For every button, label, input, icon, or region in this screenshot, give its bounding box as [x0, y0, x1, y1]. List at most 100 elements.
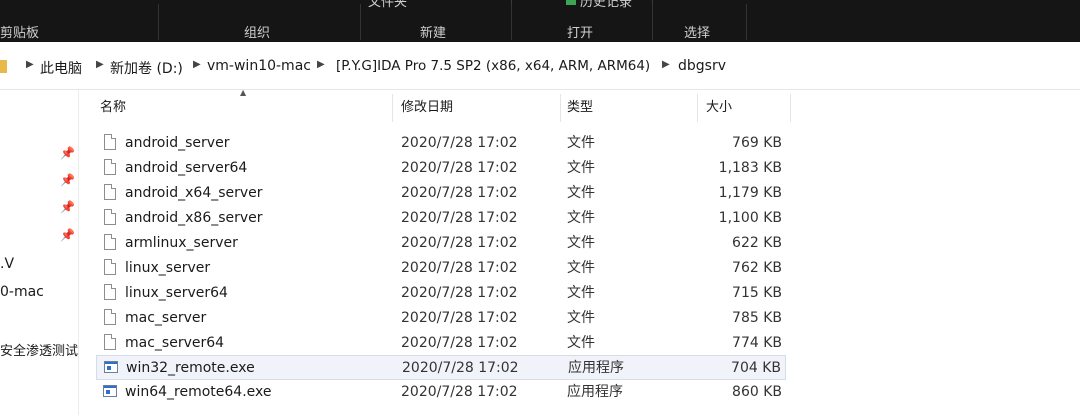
address-bar[interactable]: ▶ 此电脑 ▶ 新加卷 (D:) ▶ vm-win10-mac ▶ [P.Y.G…: [0, 45, 1080, 90]
ribbon-history-button[interactable]: 历史记录: [580, 0, 632, 10]
column-header-name[interactable]: 名称: [100, 94, 126, 122]
file-row-selected[interactable]: win32_remote.exe 2020/7/28 17:02 应用程序 70…: [96, 355, 786, 380]
file-icon: [104, 234, 116, 250]
breadcrumb-vm-folder[interactable]: vm-win10-mac: [207, 58, 311, 74]
column-header-size[interactable]: 大小: [706, 94, 732, 122]
ribbon-group-organize[interactable]: 组织: [244, 22, 270, 41]
folder-icon: [0, 60, 7, 73]
file-type: 文件: [567, 260, 595, 276]
file-row[interactable]: android_x64_server 2020/7/28 17:02 文件 1,…: [96, 181, 786, 206]
file-row[interactable]: mac_server 2020/7/28 17:02 文件 785 KB: [96, 306, 786, 331]
file-name: mac_server: [125, 310, 207, 326]
file-type: 文件: [567, 160, 595, 176]
file-icon: [104, 159, 116, 175]
file-name: linux_server64: [125, 285, 228, 301]
file-row[interactable]: android_x86_server 2020/7/28 17:02 文件 1,…: [96, 206, 786, 231]
ribbon-group-clipboard[interactable]: 剪贴板: [0, 22, 39, 41]
file-type: 应用程序: [568, 360, 624, 376]
column-divider[interactable]: [560, 94, 561, 122]
file-icon: [104, 334, 116, 350]
file-size: 1,183 KB: [718, 160, 782, 176]
breadcrumb-dbgsrv[interactable]: dbgsrv: [678, 58, 726, 74]
file-icon: [104, 284, 116, 300]
history-icon: [566, 0, 576, 5]
chevron-right-icon[interactable]: ▶: [193, 59, 201, 70]
file-name: mac_server64: [125, 335, 225, 351]
navigation-pane: 📌 📌 📌 📌 .V 0-mac 安全渗透测试: [0, 90, 79, 415]
ribbon: 文件夹 历史记录 剪贴板 组织 新建 打开 选择: [0, 0, 1080, 42]
file-icon: [104, 184, 116, 200]
pin-icon[interactable]: 📌: [60, 173, 75, 187]
file-row[interactable]: linux_server64 2020/7/28 17:02 文件 715 KB: [96, 281, 786, 306]
file-row[interactable]: android_server64 2020/7/28 17:02 文件 1,18…: [96, 156, 786, 181]
file-size: 1,100 KB: [718, 210, 782, 226]
file-size: 1,179 KB: [718, 185, 782, 201]
file-type: 文件: [567, 335, 595, 351]
file-date: 2020/7/28 17:02: [401, 285, 518, 301]
file-row[interactable]: android_server 2020/7/28 17:02 文件 769 KB: [96, 131, 786, 156]
file-size: 762 KB: [732, 260, 782, 276]
ribbon-group-open[interactable]: 打开: [567, 22, 593, 41]
file-type: 文件: [567, 285, 595, 301]
application-icon: [104, 361, 118, 373]
file-type: 应用程序: [567, 384, 623, 400]
file-date: 2020/7/28 17:02: [401, 185, 518, 201]
breadcrumb-ida-folder[interactable]: [P.Y.G]IDA Pro 7.5 SP2 (x86, x64, ARM, A…: [336, 58, 650, 74]
file-name: android_x64_server: [125, 185, 263, 201]
file-row[interactable]: armlinux_server 2020/7/28 17:02 文件 622 K…: [96, 231, 786, 256]
file-row[interactable]: mac_server64 2020/7/28 17:02 文件 774 KB: [96, 331, 786, 356]
column-header-date[interactable]: 修改日期: [401, 94, 453, 122]
breadcrumb-this-pc[interactable]: 此电脑: [40, 58, 82, 78]
ribbon-divider: [158, 4, 159, 40]
file-date: 2020/7/28 17:02: [401, 235, 518, 251]
ribbon-divider: [360, 4, 361, 40]
pin-icon[interactable]: 📌: [60, 200, 75, 214]
chevron-right-icon[interactable]: ▶: [26, 59, 34, 70]
column-header-type[interactable]: 类型: [567, 94, 593, 122]
file-date: 2020/7/28 17:02: [401, 335, 518, 351]
file-date: 2020/7/28 17:02: [401, 384, 518, 400]
file-size: 774 KB: [732, 335, 782, 351]
file-type: 文件: [567, 235, 595, 251]
chevron-right-icon[interactable]: ▶: [317, 59, 325, 70]
nav-item-security[interactable]: 安全渗透测试: [0, 340, 78, 359]
file-size: 622 KB: [732, 235, 782, 251]
file-row[interactable]: win64_remote64.exe 2020/7/28 17:02 应用程序 …: [96, 380, 786, 405]
pin-icon[interactable]: 📌: [60, 146, 75, 160]
file-icon: [104, 134, 116, 150]
file-size: 860 KB: [732, 384, 782, 400]
file-name: android_server: [125, 135, 230, 151]
file-row[interactable]: linux_server 2020/7/28 17:02 文件 762 KB: [96, 256, 786, 281]
file-icon: [104, 309, 116, 325]
file-type: 文件: [567, 210, 595, 226]
file-name: win32_remote.exe: [126, 360, 255, 376]
ribbon-group-select[interactable]: 选择: [684, 22, 710, 41]
ribbon-divider: [746, 4, 747, 40]
sort-ascending-icon: ▲: [240, 88, 247, 97]
ribbon-divider: [652, 4, 653, 40]
column-divider[interactable]: [790, 94, 791, 122]
column-divider[interactable]: [697, 94, 698, 122]
file-icon: [104, 259, 116, 275]
column-divider[interactable]: [392, 94, 393, 122]
file-date: 2020/7/28 17:02: [401, 310, 518, 326]
chevron-right-icon[interactable]: ▶: [96, 59, 104, 70]
file-date: 2020/7/28 17:02: [401, 260, 518, 276]
file-type: 文件: [567, 135, 595, 151]
file-type: 文件: [567, 310, 595, 326]
ribbon-folder-button[interactable]: 文件夹: [368, 0, 407, 10]
ribbon-group-new[interactable]: 新建: [420, 22, 446, 41]
application-icon: [103, 385, 117, 397]
file-name: armlinux_server: [125, 235, 238, 251]
nav-item-mac[interactable]: 0-mac: [0, 284, 44, 300]
ribbon-divider: [511, 4, 512, 40]
pin-icon[interactable]: 📌: [60, 228, 75, 242]
nav-item-v[interactable]: .V: [0, 256, 14, 272]
file-name: win64_remote64.exe: [125, 384, 272, 400]
file-size: 715 KB: [732, 285, 782, 301]
file-name: linux_server: [125, 260, 211, 276]
breadcrumb-drive-d[interactable]: 新加卷 (D:): [110, 58, 183, 78]
chevron-right-icon[interactable]: ▶: [662, 59, 670, 70]
file-name: android_server64: [125, 160, 248, 176]
file-date: 2020/7/28 17:02: [401, 210, 518, 226]
